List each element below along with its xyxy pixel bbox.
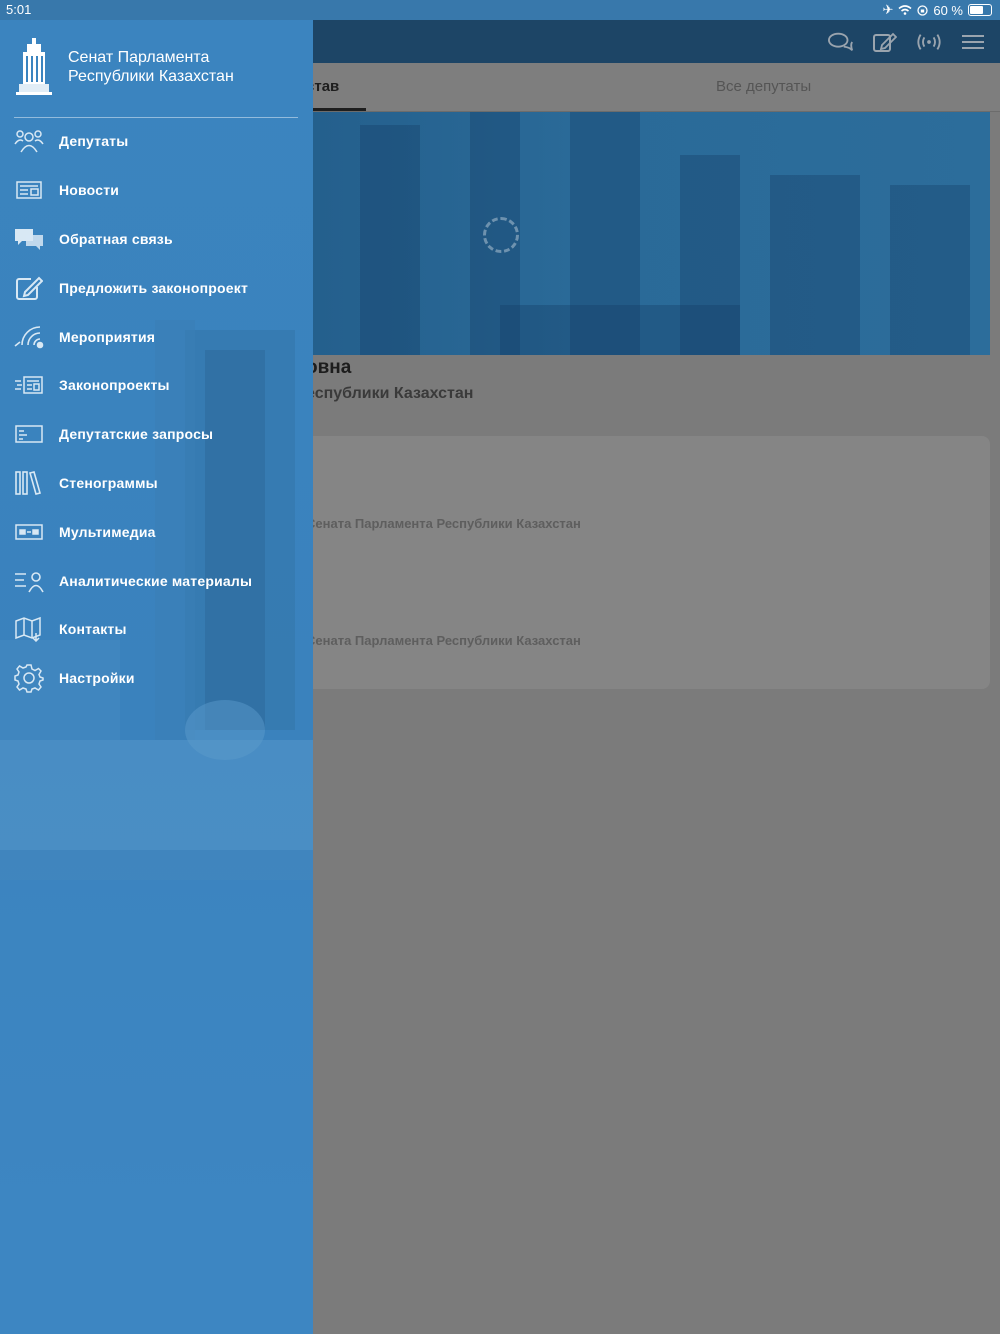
menu-item-deputies[interactable]: Депутаты — [0, 117, 313, 166]
hamburger-menu-icon[interactable] — [960, 30, 986, 54]
status-bar: 5:01 ✈ 60 % — [0, 0, 1000, 20]
menu-label-transcripts: Стенограммы — [59, 474, 158, 491]
tab-composition[interactable]: став — [306, 63, 366, 111]
edit-icon — [13, 273, 45, 303]
people-icon — [13, 126, 45, 156]
menu-item-news[interactable]: Новости — [0, 166, 313, 215]
tab-all-deputies[interactable]: Все депутаты — [716, 63, 811, 111]
menu-label-multimedia: Мультимедиа — [59, 523, 156, 540]
newspaper-icon — [13, 175, 45, 205]
menu-item-multimedia[interactable]: Мультимедиа — [0, 507, 313, 556]
loading-spinner-icon — [483, 217, 519, 253]
card-line-1: Сената Парламента Республики Казахстан — [306, 516, 581, 531]
drawer-menu: Депутаты Новости Обратная связь Предложи… — [0, 117, 313, 703]
menu-label-contacts: Контакты — [59, 621, 127, 638]
wifi-icon — [898, 5, 912, 15]
media-icon — [13, 517, 45, 547]
broadcast-icon — [13, 322, 45, 352]
menu-item-propose-bill[interactable]: Предложить законопроект — [0, 263, 313, 312]
side-drawer: Сенат Парламента Республики Казахстан Де… — [0, 20, 313, 1334]
menu-item-settings[interactable]: Настройки — [0, 654, 313, 703]
card-line-2: Сената Парламента Республики Казахстан — [306, 633, 581, 648]
status-indicators: ✈ 60 % — [882, 2, 992, 18]
menu-label-feedback: Обратная связь — [59, 230, 173, 247]
menu-item-feedback[interactable]: Обратная связь — [0, 215, 313, 264]
menu-label-deputy-requests: Депутатские запросы — [59, 426, 214, 443]
broadcast-icon[interactable] — [916, 30, 942, 54]
document-list-icon — [13, 370, 45, 400]
drawer-header: Сенат Парламента Республики Казахстан — [14, 38, 234, 96]
menu-label-bills: Законопроекты — [59, 377, 170, 394]
edit-icon[interactable] — [872, 30, 898, 54]
menu-item-deputy-requests[interactable]: Депутатские запросы — [0, 410, 313, 459]
map-icon — [13, 614, 45, 644]
menu-label-news: Новости — [59, 182, 120, 199]
chat-bubbles-icon — [13, 224, 45, 254]
menu-item-analytics[interactable]: Аналитические материалы — [0, 556, 313, 605]
card-icon — [13, 419, 45, 449]
senate-logo-icon — [16, 38, 52, 95]
menu-item-events[interactable]: Мероприятия — [0, 312, 313, 361]
deputy-role: еспублики Казахстан — [306, 385, 474, 402]
menu-label-analytics: Аналитические материалы — [59, 572, 253, 589]
drawer-title-line2: Республики Казахстан — [68, 68, 234, 85]
battery-icon — [968, 4, 992, 16]
status-time: 5:01 — [6, 2, 32, 17]
airplane-icon: ✈ — [882, 2, 894, 17]
info-card: Сената Парламента Республики Казахстан С… — [300, 436, 990, 689]
gear-icon — [13, 663, 45, 693]
menu-item-bills[interactable]: Законопроекты — [0, 361, 313, 410]
menu-label-settings: Настройки — [59, 670, 135, 687]
analytics-person-icon — [13, 566, 45, 596]
menu-label-propose-bill: Предложить законопроект — [59, 279, 248, 296]
chat-icon[interactable] — [828, 30, 854, 54]
hero-image — [300, 112, 990, 355]
menu-label-deputies: Депутаты — [59, 133, 129, 150]
books-icon — [13, 468, 45, 498]
menu-item-transcripts[interactable]: Стенограммы — [0, 459, 313, 508]
drawer-title-line1: Сенат Парламента — [68, 49, 210, 66]
menu-label-events: Мероприятия — [59, 328, 156, 345]
orientation-lock-icon — [917, 4, 929, 16]
battery-percent: 60 % — [933, 2, 963, 18]
menu-item-contacts[interactable]: Контакты — [0, 605, 313, 654]
